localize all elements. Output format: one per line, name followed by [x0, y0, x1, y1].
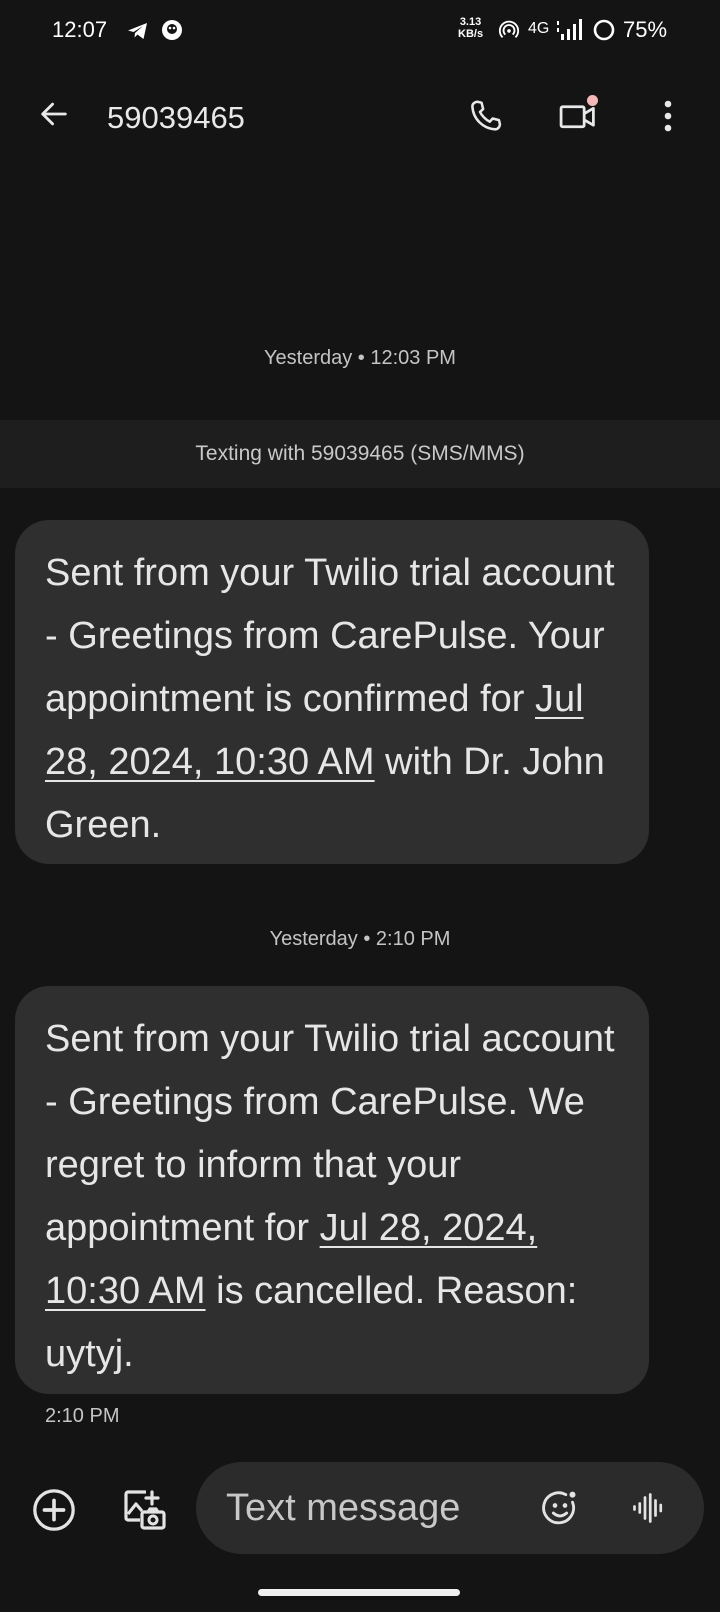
message-bubble[interactable]: Sent from your Twilio trial account - Gr… — [15, 986, 649, 1394]
attach-button[interactable] — [28, 1484, 80, 1536]
message-text: Sent from your Twilio trial account - Gr… — [45, 552, 615, 720]
more-vert-icon — [664, 100, 672, 132]
add-icon — [33, 1489, 75, 1531]
contact-title: 59039465 — [107, 100, 245, 135]
message-input[interactable] — [226, 1462, 516, 1554]
app-notification-icon — [162, 20, 182, 40]
compose-bar — [196, 1462, 704, 1554]
speed-value: 3.13 — [459, 16, 482, 28]
message-bubble[interactable]: Sent from your Twilio trial account - Gr… — [15, 520, 649, 864]
status-time: 12:07 — [52, 17, 108, 42]
message-time: 2:10 PM — [45, 1405, 120, 1427]
back-button[interactable] — [30, 90, 78, 138]
message-timestamp: Yesterday • 12:03 PM — [264, 347, 456, 369]
back-arrow-icon — [41, 102, 67, 126]
sms-mode-banner: Texting with 59039465 (SMS/MMS) — [0, 420, 720, 488]
phone-icon — [471, 100, 502, 131]
video-call-button[interactable] — [552, 92, 604, 140]
gallery-button[interactable] — [116, 1482, 172, 1538]
status-bar: 12:07 3.13 KB/s 4G 75% — [0, 0, 720, 62]
battery-saver-icon — [593, 19, 615, 41]
emoji-icon — [542, 1491, 576, 1525]
signal-icon — [557, 19, 582, 40]
voice-waveform-icon — [633, 1493, 663, 1523]
notification-dot — [587, 95, 598, 106]
call-button[interactable] — [462, 92, 510, 140]
conversation-header: 59039465 — [0, 62, 720, 178]
telegram-icon — [128, 23, 147, 39]
voice-message-button[interactable] — [624, 1484, 672, 1532]
message-timestamp: Yesterday • 2:10 PM — [269, 928, 451, 950]
network-speed: 3.13 KB/s — [458, 16, 483, 40]
hotspot-icon — [498, 20, 520, 38]
speed-unit: KB/s — [458, 28, 484, 40]
battery-percentage: 75% — [623, 17, 668, 42]
network-type: 4G — [528, 20, 550, 37]
more-options-button[interactable] — [644, 92, 692, 140]
gallery-camera-icon — [124, 1490, 166, 1530]
home-indicator[interactable] — [258, 1589, 460, 1596]
emoji-button[interactable] — [536, 1484, 584, 1532]
